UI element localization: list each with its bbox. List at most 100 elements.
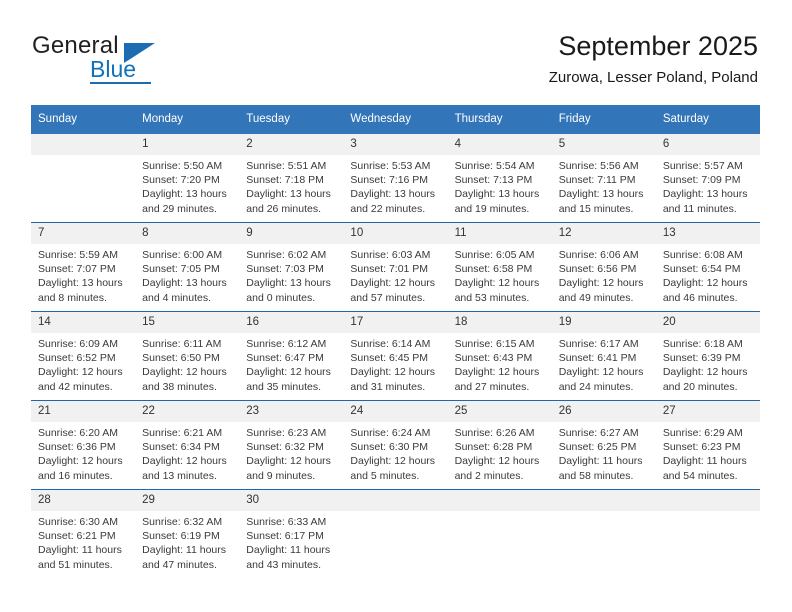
calendar-day-cell[interactable]: 24 Sunrise: 6:24 AM Sunset: 6:30 PM Dayligh… xyxy=(343,400,448,490)
calendar-day-cell[interactable]: 2 Sunrise: 5:51 AM Sunset: 7:18 PM Daylight… xyxy=(239,134,344,223)
sunrise-text: Sunrise: 6:30 AM xyxy=(38,516,118,528)
daylight-text-line1: Daylight: 12 hours xyxy=(246,455,331,468)
calendar-day-cell[interactable]: 1 Sunrise: 5:50 AM Sunset: 7:20 PM Daylight… xyxy=(135,134,240,223)
day-number: 2 xyxy=(239,134,344,155)
calendar-day-cell[interactable]: 8 Sunrise: 6:00 AM Sunset: 7:05 PM Daylight… xyxy=(135,222,240,312)
calendar-day-cell[interactable]: 14 Sunrise: 6:09 AM Sunset: 6:52 PM Dayligh… xyxy=(31,311,136,401)
day-details: Sunrise: 6:08 AM Sunset: 6:54 PM Daylight:… xyxy=(656,244,760,305)
weekday-header-tuesday: Tuesday xyxy=(239,105,344,134)
day-details: Sunrise: 6:32 AM Sunset: 6:19 PM Daylight:… xyxy=(135,511,239,572)
daylight-text-line1: Daylight: 11 hours xyxy=(662,455,747,468)
calendar-day-cell[interactable]: 3 Sunrise: 5:53 AM Sunset: 7:16 PM Daylight… xyxy=(343,134,448,223)
daylight-text-line1: Daylight: 13 hours xyxy=(142,277,227,290)
day-details: Sunrise: 6:09 AM Sunset: 6:52 PM Daylight:… xyxy=(31,333,135,394)
day-details: Sunrise: 6:11 AM Sunset: 6:50 PM Daylight:… xyxy=(135,333,239,394)
calendar-day-cell[interactable]: 11 Sunrise: 6:05 AM Sunset: 6:58 PM Dayligh… xyxy=(447,222,552,312)
calendar-day-cell-empty xyxy=(447,489,552,578)
daylight-text-line1: Daylight: 12 hours xyxy=(38,455,123,468)
day-details: Sunrise: 5:59 AM Sunset: 7:07 PM Daylight:… xyxy=(31,244,135,305)
day-number: 12 xyxy=(551,223,656,244)
sunrise-text: Sunrise: 6:27 AM xyxy=(558,427,639,439)
calendar-day-cell-empty xyxy=(343,489,448,578)
calendar-day-cell[interactable]: 21 Sunrise: 6:20 AM Sunset: 6:36 PM Dayligh… xyxy=(31,400,136,490)
calendar-day-cell[interactable]: 28 Sunrise: 6:30 AM Sunset: 6:21 PM Dayligh… xyxy=(31,489,136,578)
calendar-day-cell[interactable]: 16 Sunrise: 6:12 AM Sunset: 6:47 PM Dayligh… xyxy=(239,311,344,401)
daylight-text-line1: Daylight: 12 hours xyxy=(246,366,331,379)
location-subtitle: Zurowa, Lesser Poland, Poland xyxy=(548,69,758,86)
calendar-day-cell[interactable]: 30 Sunrise: 6:33 AM Sunset: 6:17 PM Dayligh… xyxy=(239,489,344,578)
calendar-day-cell[interactable]: 22 Sunrise: 6:21 AM Sunset: 6:34 PM Dayligh… xyxy=(135,400,240,490)
day-number: 9 xyxy=(239,223,344,244)
calendar-day-cell[interactable]: 26 Sunrise: 6:27 AM Sunset: 6:25 PM Dayligh… xyxy=(551,400,656,490)
sunrise-text: Sunrise: 6:21 AM xyxy=(142,427,223,439)
day-details: Sunrise: 6:20 AM Sunset: 6:36 PM Daylight:… xyxy=(31,422,135,483)
day-details: Sunrise: 5:50 AM Sunset: 7:20 PM Daylight:… xyxy=(135,155,239,216)
sunset-text: Sunset: 6:56 PM xyxy=(558,263,637,276)
daylight-text-line1: Daylight: 12 hours xyxy=(142,455,227,468)
day-details: Sunrise: 6:12 AM Sunset: 6:47 PM Daylight:… xyxy=(239,333,343,394)
calendar-day-cell[interactable]: 5 Sunrise: 5:56 AM Sunset: 7:11 PM Daylight… xyxy=(551,134,656,223)
calendar-day-cell[interactable]: 20 Sunrise: 6:18 AM Sunset: 6:39 PM Dayligh… xyxy=(655,311,760,401)
sunrise-text: Sunrise: 6:33 AM xyxy=(246,516,327,528)
day-details: Sunrise: 6:02 AM Sunset: 7:03 PM Daylight:… xyxy=(239,244,343,305)
day-number: 6 xyxy=(655,134,760,155)
day-details: Sunrise: 5:54 AM Sunset: 7:13 PM Daylight:… xyxy=(448,155,552,216)
calendar-day-cell[interactable]: 27 Sunrise: 6:29 AM Sunset: 6:23 PM Dayligh… xyxy=(655,400,760,490)
day-details: Sunrise: 6:30 AM Sunset: 6:21 PM Daylight:… xyxy=(31,511,135,572)
day-number: 4 xyxy=(447,134,552,155)
calendar-day-cell[interactable]: 17 Sunrise: 6:14 AM Sunset: 6:45 PM Dayligh… xyxy=(343,311,448,401)
daylight-text-line2: and 35 minutes. xyxy=(246,380,321,393)
calendar-day-cell[interactable]: 15 Sunrise: 6:11 AM Sunset: 6:50 PM Dayligh… xyxy=(135,311,240,401)
weekday-header-saturday: Saturday xyxy=(655,105,760,134)
daylight-text-line2: and 13 minutes. xyxy=(142,469,217,482)
title-block: September 2025 Zurowa, Lesser Poland, Po… xyxy=(549,30,758,88)
day-details: Sunrise: 6:29 AM Sunset: 6:23 PM Daylight:… xyxy=(656,422,760,483)
day-details: Sunrise: 6:15 AM Sunset: 6:43 PM Daylight:… xyxy=(448,333,552,394)
daylight-text-line2: and 20 minutes. xyxy=(662,380,738,393)
calendar-day-cell[interactable]: 12 Sunrise: 6:06 AM Sunset: 6:56 PM Dayligh… xyxy=(551,222,656,312)
daylight-text-line2: and 46 minutes. xyxy=(662,291,738,304)
day-number: 5 xyxy=(551,134,656,155)
calendar-day-cell[interactable]: 10 Sunrise: 6:03 AM Sunset: 7:01 PM Dayligh… xyxy=(343,222,448,312)
daylight-text-line2: and 43 minutes. xyxy=(246,558,321,571)
calendar-day-cell[interactable]: 19 Sunrise: 6:17 AM Sunset: 6:41 PM Dayligh… xyxy=(551,311,656,401)
calendar-day-cell[interactable]: 4 Sunrise: 5:54 AM Sunset: 7:13 PM Daylight… xyxy=(447,134,552,223)
daylight-text-line2: and 54 minutes. xyxy=(662,469,738,482)
daylight-text-line2: and 15 minutes. xyxy=(558,202,634,215)
sunrise-text: Sunrise: 6:11 AM xyxy=(142,338,222,350)
daylight-text-line2: and 29 minutes. xyxy=(142,202,217,215)
weekday-header-thursday: Thursday xyxy=(447,105,552,134)
logo-text-blue: Blue xyxy=(90,56,137,82)
daylight-text-line1: Daylight: 13 hours xyxy=(350,188,436,201)
sunset-text: Sunset: 7:11 PM xyxy=(558,174,636,187)
day-number: 28 xyxy=(31,490,136,511)
day-details: Sunrise: 6:18 AM Sunset: 6:39 PM Daylight:… xyxy=(656,333,760,394)
daylight-text-line2: and 53 minutes. xyxy=(454,291,530,304)
sunrise-text: Sunrise: 5:56 AM xyxy=(558,160,639,172)
calendar-week-row: 1 Sunrise: 5:50 AM Sunset: 7:20 PM Daylight… xyxy=(31,134,760,223)
calendar-page: General Blue September 2025 Zurowa, Less… xyxy=(0,0,792,612)
sunrise-text: Sunrise: 6:15 AM xyxy=(454,338,535,350)
calendar-day-cell[interactable]: 18 Sunrise: 6:15 AM Sunset: 6:43 PM Dayligh… xyxy=(447,311,552,401)
calendar-day-cell[interactable]: 6 Sunrise: 5:57 AM Sunset: 7:09 PM Daylight… xyxy=(655,134,760,223)
day-number: 19 xyxy=(551,312,656,333)
calendar-day-cell[interactable]: 9 Sunrise: 6:02 AM Sunset: 7:03 PM Daylight… xyxy=(239,222,344,312)
general-blue-logo[interactable]: General Blue xyxy=(32,32,202,84)
day-number: 26 xyxy=(551,401,656,422)
day-details: Sunrise: 6:06 AM Sunset: 6:56 PM Daylight:… xyxy=(552,244,656,305)
sunset-text: Sunset: 7:16 PM xyxy=(350,174,429,187)
calendar-day-cell[interactable]: 23 Sunrise: 6:23 AM Sunset: 6:32 PM Dayligh… xyxy=(239,400,344,490)
calendar-day-cell[interactable]: 25 Sunrise: 6:26 AM Sunset: 6:28 PM Dayligh… xyxy=(447,400,552,490)
daylight-text-line2: and 11 minutes. xyxy=(662,202,737,215)
day-number: 11 xyxy=(447,223,552,244)
calendar-day-cell-empty xyxy=(551,489,656,578)
day-details: Sunrise: 6:03 AM Sunset: 7:01 PM Daylight:… xyxy=(343,244,447,305)
logo-underline xyxy=(90,82,151,84)
sunset-text: Sunset: 6:52 PM xyxy=(38,352,116,365)
calendar-day-cell[interactable]: 7 Sunrise: 5:59 AM Sunset: 7:07 PM Daylight… xyxy=(31,222,136,312)
sunrise-text: Sunrise: 5:51 AM xyxy=(246,160,327,172)
sunrise-text: Sunrise: 6:12 AM xyxy=(246,338,327,350)
calendar-day-cell[interactable]: 13 Sunrise: 6:08 AM Sunset: 6:54 PM Dayligh… xyxy=(655,222,760,312)
calendar-day-cell[interactable]: 29 Sunrise: 6:32 AM Sunset: 6:19 PM Dayligh… xyxy=(135,489,240,578)
daylight-text-line2: and 27 minutes. xyxy=(454,380,530,393)
